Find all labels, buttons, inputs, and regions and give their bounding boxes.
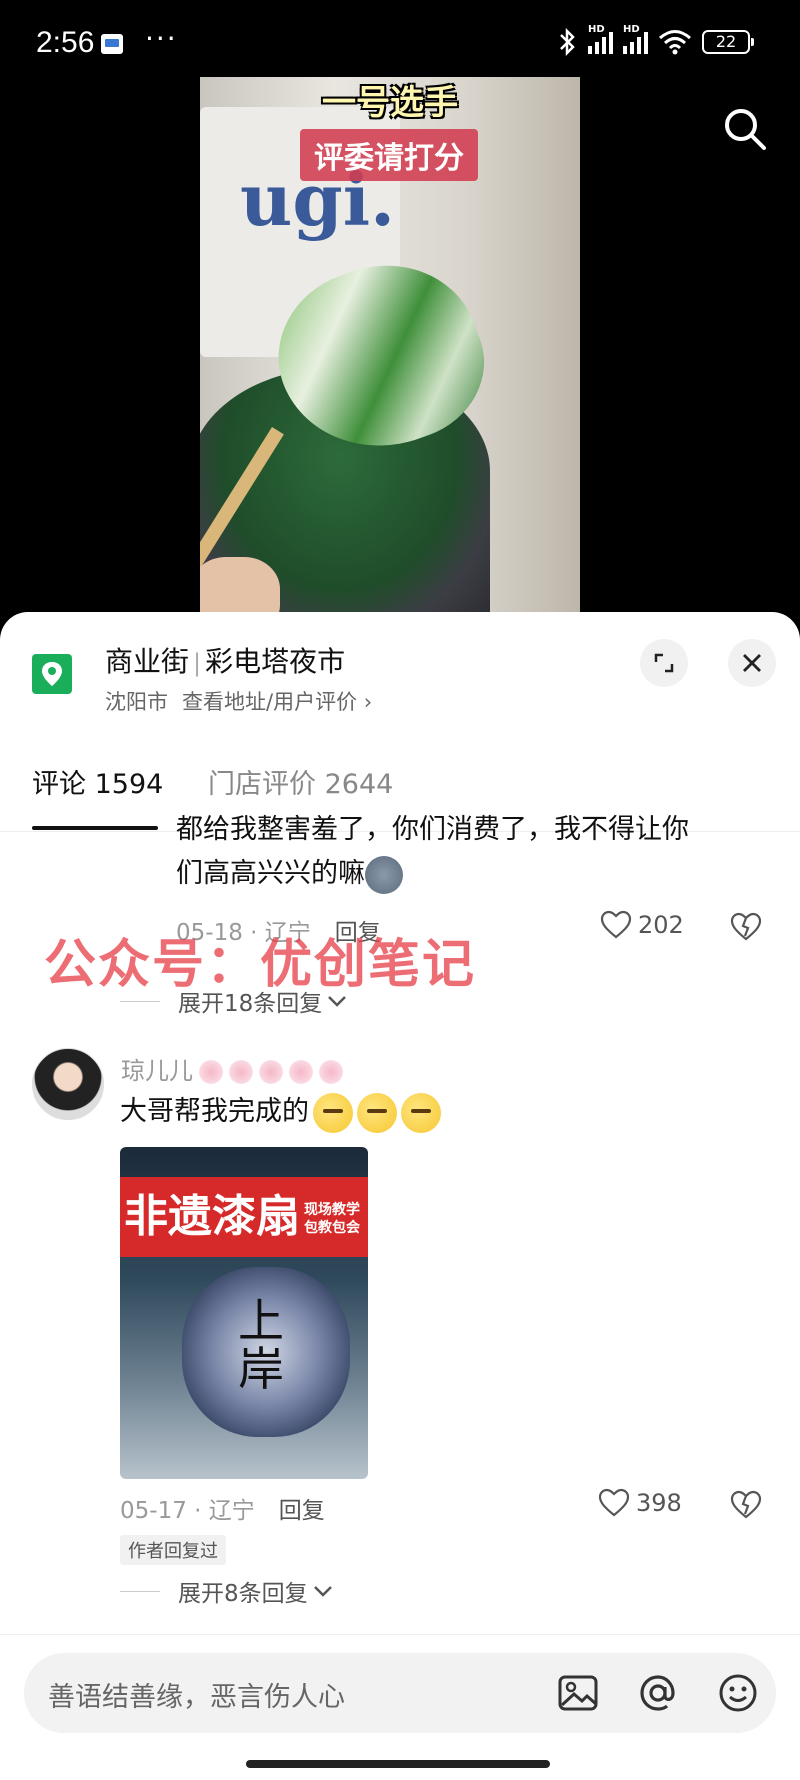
comment-text-body: 大哥帮我完成的 [120,1096,309,1127]
video-hand [200,557,280,617]
expand-replies-label: 展开8条回复 [178,1581,308,1607]
more-notifications-icon: ··· [145,22,178,55]
video-player[interactable]: ugi. 一号选手 评委请打分 [200,77,580,617]
like-button[interactable]: 398 [598,1488,682,1518]
watermark-text: 公众号：优创笔记 [44,935,477,995]
signal-icon-2: HD [623,24,648,54]
home-indicator[interactable] [246,1760,550,1768]
comment-text: 都给我整害羞了，你们消费了，我不得让你 们高高兴兴的嘛 [176,808,689,896]
image-icon[interactable] [556,1671,600,1715]
close-button[interactable] [728,639,776,687]
location-pin-icon [32,654,72,694]
location-subtitle[interactable]: 沈阳市 查看地址/用户评价 › [105,686,372,716]
location-place: 彩电塔夜市 [205,645,346,678]
like-count: 202 [638,911,684,939]
bluetooth-icon [560,28,575,56]
location-separator: | [193,649,202,677]
close-icon [743,654,761,672]
heart-icon [598,1488,630,1517]
comment-text: 大哥帮我完成的 [120,1090,441,1134]
comment-composer: 善语结善缘，恶言伤人心 [0,1634,800,1780]
photo-fan-ink: 上岸 [238,1294,284,1396]
comment-meta: 05-17 · 辽宁 回复 [120,1491,325,1525]
comment-input-placeholder: 善语结善缘，恶言伤人心 [48,1682,345,1713]
husky-emoji-icon [365,855,403,894]
signal-icon-1: HD [588,24,613,54]
battery-icon: 22 [702,30,754,54]
username-text: 琼儿儿 [121,1057,193,1085]
comment-photo[interactable]: 非遗漆扇 现场教学包教包会 上岸 [120,1147,368,1479]
comment-text-line1: 都给我整害羞了，你们消费了，我不得让你 [176,814,689,845]
blossom-icon [229,1060,253,1084]
author-replied-badge: 作者回复过 [120,1535,226,1565]
tab-store-reviews[interactable]: 门店评价 2644 [208,762,393,801]
expand-line [120,1590,160,1592]
photo-banner-small2: 包教包会 [304,1220,360,1236]
dislike-icon[interactable] [730,912,762,942]
location-city: 沈阳市 [105,690,168,714]
notification-icon [101,34,123,54]
expand-replies-button[interactable]: 展开8条回复 [120,1574,334,1608]
status-time: 2:56 [36,26,95,59]
blossom-icon [199,1060,223,1084]
expand-button[interactable] [640,639,688,687]
like-count: 398 [636,1489,682,1517]
photo-banner-small1: 现场教学 [304,1202,360,1218]
location-name: 商业街 [105,645,190,678]
tab-comments[interactable]: 评论 1594 [32,762,163,801]
location-title[interactable]: 商业街 | 彩电塔夜市 [105,640,345,680]
video-caption-top: 一号选手 [322,83,458,123]
expand-line [120,1000,160,1002]
blossom-icon [259,1060,283,1084]
like-button[interactable]: 202 [600,910,684,940]
search-icon[interactable] [722,106,768,152]
photo-banner: 非遗漆扇 现场教学包教包会 [120,1177,368,1257]
reply-button[interactable]: 回复 [279,1498,325,1524]
expand-icon [654,653,674,673]
video-caption-main: 评委请打分 [300,129,478,181]
chevron-down-icon [313,1586,332,1597]
photo-banner-text: 非遗漆扇 [124,1191,300,1242]
dislike-icon[interactable] [730,1490,762,1520]
comment-username[interactable]: 琼儿儿 [121,1051,343,1086]
smirk-emoji-icon [313,1092,353,1133]
heart-icon [600,910,632,939]
tab-active-indicator [32,826,158,830]
comment-input[interactable]: 善语结善缘，恶言伤人心 [24,1653,776,1733]
blossom-icon [289,1060,313,1084]
comment-text-line2: 们高高兴兴的嘛 [176,858,365,889]
blossom-icon [319,1060,343,1084]
smirk-emoji-icon [401,1092,441,1133]
wifi-icon [659,30,691,55]
smirk-emoji-icon [357,1092,397,1133]
mention-icon[interactable] [636,1671,680,1715]
location-link[interactable]: 查看地址/用户评价 › [182,690,372,714]
status-icons: HD HD 22 [556,24,754,56]
comment-date-region: 05-17 · 辽宁 [120,1498,255,1524]
emoji-icon[interactable] [716,1671,760,1715]
avatar[interactable] [32,1048,104,1120]
